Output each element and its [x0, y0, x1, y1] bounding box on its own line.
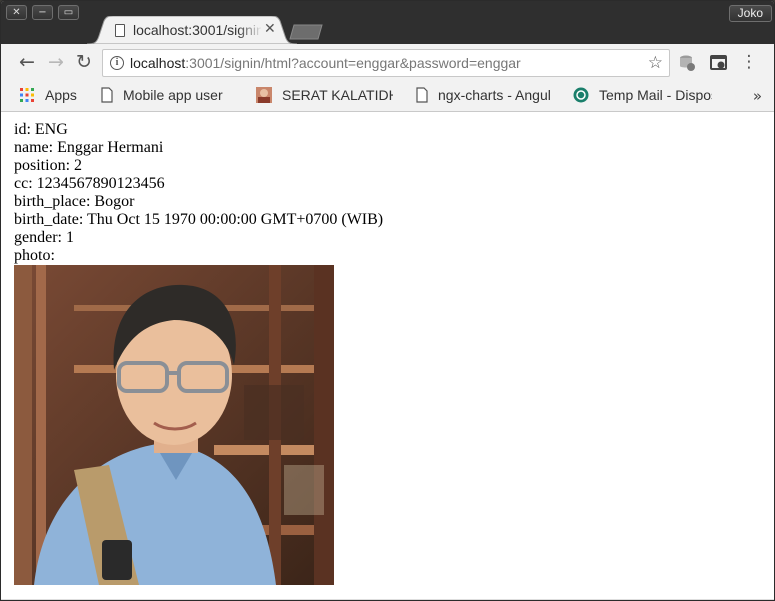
- profile-photo-image: [14, 265, 334, 585]
- tempmail-icon: [573, 87, 589, 103]
- profile-button[interactable]: Joko: [728, 5, 772, 22]
- forward-arrow-icon[interactable]: →: [44, 51, 68, 75]
- bookmark-label: Temp Mail - Disposable: [599, 87, 712, 103]
- minimize-window-button[interactable]: −: [32, 5, 53, 20]
- info-icon[interactable]: i: [110, 56, 124, 70]
- page-icon: [115, 24, 125, 37]
- tab-strip: ✕ − ▭ localhost:3001/signin/html?account…: [1, 1, 774, 44]
- field-birth-place: birth_place: Bogor: [14, 193, 135, 210]
- database-extension-icon[interactable]: [677, 53, 697, 73]
- bookmark-apps[interactable]: Apps: [19, 87, 85, 106]
- chevron-more-icon[interactable]: »: [753, 87, 762, 105]
- url-host: localhost: [130, 55, 186, 71]
- site-favicon: [256, 87, 272, 103]
- bookmark-ngx-charts[interactable]: ngx-charts - Angular: [416, 87, 550, 106]
- bookmark-temp-mail[interactable]: Temp Mail - Disposable: [573, 87, 712, 106]
- bookmarks-bar: Apps Mobile app user SERAT KALATIDHA ngx…: [1, 81, 774, 112]
- tab-active[interactable]: localhost:3001/signin/html?account=engga…: [87, 16, 297, 44]
- address-url[interactable]: localhost:3001/signin/html?account=engga…: [130, 55, 521, 71]
- field-birth-date: birth_date: Thu Oct 15 1970 00:00:00 GMT…: [14, 211, 384, 228]
- bookmark-label: SERAT KALATIDHA: [282, 87, 393, 103]
- bookmark-mobile-app-user[interactable]: Mobile app user: [101, 87, 233, 106]
- bookmark-label: Mobile app user: [123, 87, 223, 103]
- tab-close-icon[interactable]: ✕: [264, 21, 276, 37]
- bookmark-label: ngx-charts - Angular: [438, 87, 550, 103]
- reload-icon[interactable]: ↻: [72, 51, 96, 75]
- field-cc: cc: 1234567890123456: [14, 175, 165, 192]
- maximize-window-button[interactable]: ▭: [58, 5, 79, 20]
- profile-photo: [14, 265, 334, 585]
- bookmark-label: Apps: [45, 87, 77, 103]
- browser-window: ✕ − ▭ localhost:3001/signin/html?account…: [0, 0, 775, 601]
- url-path: :3001/signin/html?account=enggar&passwor…: [185, 55, 521, 71]
- field-position: position: 2: [14, 157, 83, 174]
- apps-grid-icon: [20, 88, 34, 102]
- profile-fields: id: ENG name: Enggar Hermani position: 2…: [14, 121, 383, 265]
- close-window-button[interactable]: ✕: [6, 5, 27, 20]
- new-tab-button[interactable]: [289, 24, 323, 40]
- screenshot-extension-icon[interactable]: [709, 53, 729, 73]
- menu-dots-icon[interactable]: ⋮: [737, 51, 761, 75]
- bookmark-star-icon[interactable]: ☆: [648, 53, 663, 73]
- field-gender: gender: 1: [14, 229, 74, 246]
- field-name: name: Enggar Hermani: [14, 139, 164, 156]
- page-content: id: ENG name: Enggar Hermani position: 2…: [1, 112, 774, 599]
- page-icon: [416, 87, 428, 103]
- address-bar[interactable]: i localhost:3001/signin/html?account=eng…: [102, 49, 670, 77]
- page-icon: [101, 87, 113, 103]
- toolbar: ← → ↻ i localhost:3001/signin/html?accou…: [1, 44, 774, 81]
- tab-title-fade: [237, 20, 263, 40]
- field-id: id: ENG: [14, 121, 68, 138]
- field-photo-label: photo:: [14, 247, 55, 264]
- bookmark-serat-kalatidha[interactable]: SERAT KALATIDHA: [256, 87, 393, 106]
- back-arrow-icon[interactable]: ←: [15, 51, 39, 75]
